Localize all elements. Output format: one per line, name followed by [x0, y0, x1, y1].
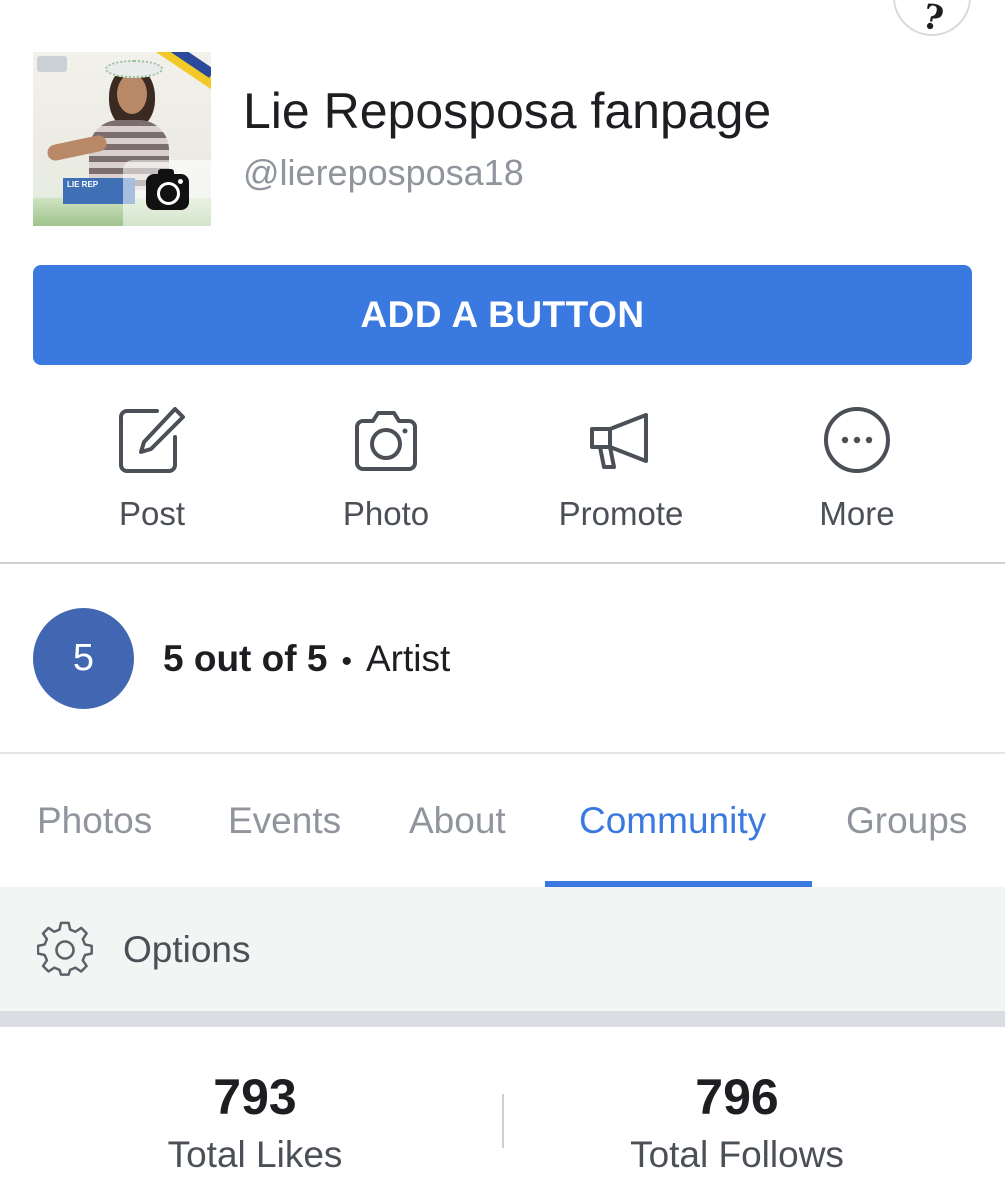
- total-likes-label: Total Likes: [167, 1134, 343, 1175]
- post-action-button[interactable]: Post: [52, 405, 252, 535]
- rating-separator: •: [341, 645, 352, 678]
- photo-action-label: Photo: [342, 495, 430, 532]
- add-a-button[interactable]: ADD A BUTTON: [33, 265, 972, 365]
- total-likes-stat: 793 Total Likes: [55, 1068, 455, 1176]
- section-divider: [0, 752, 1005, 754]
- promote-action-label: Promote: [558, 495, 684, 532]
- page-title: Lie Reposposa fanpage: [243, 83, 772, 139]
- profile-photo[interactable]: LIE REP: [33, 52, 211, 226]
- rating-text: 5 out of 5: [163, 638, 328, 679]
- rating-score-badge: 5: [33, 608, 134, 709]
- section-divider-thick: [0, 1011, 1005, 1027]
- post-action-label: Post: [118, 495, 186, 532]
- total-follows-label: Total Follows: [630, 1134, 844, 1175]
- more-icon: [824, 407, 890, 473]
- change-photo-camera-icon[interactable]: [146, 169, 189, 210]
- more-action-button[interactable]: More: [757, 405, 957, 535]
- gear-icon: [37, 921, 93, 976]
- tab-community[interactable]: Community: [579, 800, 766, 842]
- total-follows-value: 796: [695, 1069, 779, 1125]
- options-row[interactable]: Options: [0, 887, 1005, 1011]
- rating-summary[interactable]: 5 out of 5 • Artist: [163, 638, 450, 680]
- tab-about[interactable]: About: [409, 800, 506, 842]
- photo-action-button[interactable]: Photo: [286, 405, 486, 535]
- promote-action-button[interactable]: Promote: [521, 405, 721, 535]
- edit-icon: [119, 407, 185, 473]
- more-action-label: More: [819, 495, 895, 532]
- top-right-round-button[interactable]: ?: [893, 0, 971, 40]
- total-likes-value: 793: [213, 1069, 297, 1125]
- page-category: Artist: [365, 638, 451, 679]
- camera-icon: [355, 411, 417, 471]
- stats-divider: [502, 1094, 504, 1148]
- page-handle: @liereposposa18: [243, 152, 524, 193]
- options-label: Options: [123, 929, 251, 970]
- tab-groups[interactable]: Groups: [846, 800, 967, 842]
- total-follows-stat: 796 Total Follows: [537, 1068, 937, 1176]
- tab-events[interactable]: Events: [228, 800, 341, 842]
- section-divider: [0, 562, 1005, 564]
- megaphone-icon: [590, 413, 648, 469]
- photo-logo-mark: [37, 56, 67, 72]
- top-right-glyph: ?: [919, 0, 947, 40]
- tab-photos[interactable]: Photos: [37, 800, 152, 842]
